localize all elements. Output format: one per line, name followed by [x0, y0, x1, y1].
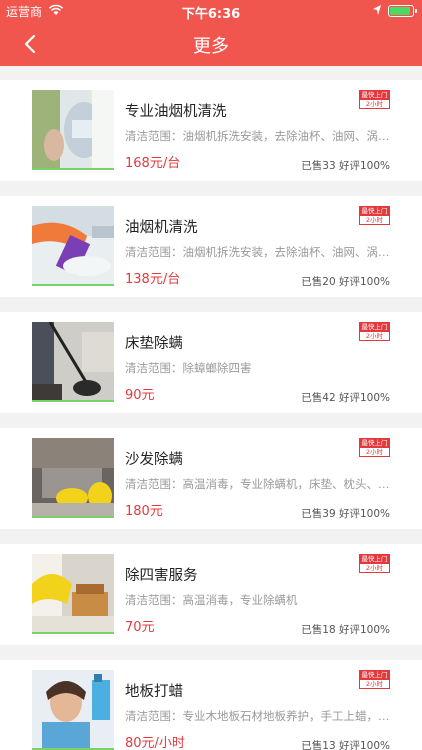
service-thumbnail	[32, 670, 114, 750]
service-name: 专业油烟机清洗	[125, 104, 227, 120]
service-card[interactable]: 床垫除螨 清洁范围：除蟑螂除四害 90元 已售42 好评100% 最快上门 2小…	[0, 312, 422, 413]
service-name: 床垫除螨	[125, 336, 183, 352]
badge-line2: 2小时	[365, 564, 384, 572]
badge-line1: 最快上门	[360, 555, 389, 564]
nav-bar: 更多	[0, 22, 422, 66]
sales-stats: 已售18 好评100%	[301, 624, 390, 636]
service-card[interactable]: 地板打蜡 清洁范围：专业木地板石材地板养护，手工上蜡，抛光 80元/小时 已售1…	[0, 660, 422, 750]
service-name: 除四害服务	[125, 568, 198, 584]
service-scope: 清洁范围：油烟机拆洗安装，去除油杯、油网、涡轮、风叶	[125, 245, 390, 259]
fast-arrival-badge: 最快上门 2小时	[359, 90, 390, 109]
service-thumbnail	[32, 206, 114, 286]
service-card[interactable]: 沙发除螨 清洁范围：高温消毒，专业除螨机，床垫、枕头、沙发 180元 已售39 …	[0, 428, 422, 529]
badge-line1: 最快上门	[360, 91, 389, 100]
fast-arrival-badge: 最快上门 2小时	[359, 438, 390, 457]
service-name: 油烟机清洗	[125, 220, 198, 236]
service-card[interactable]: 油烟机清洗 清洁范围：油烟机拆洗安装，去除油杯、油网、涡轮、风叶 138元/台 …	[0, 196, 422, 297]
service-scope: 清洁范围：除蟑螂除四害	[125, 361, 252, 375]
badge-line1: 最快上门	[360, 207, 389, 216]
service-thumbnail	[32, 90, 114, 170]
service-price: 80元/小时	[125, 736, 185, 750]
badge-line1: 最快上门	[360, 323, 389, 332]
badge-line2: 2小时	[365, 216, 384, 224]
service-name: 地板打蜡	[125, 684, 183, 700]
service-thumbnail	[32, 322, 114, 402]
fast-arrival-badge: 最快上门 2小时	[359, 322, 390, 341]
badge-line2: 2小时	[365, 332, 384, 340]
service-thumbnail	[32, 554, 114, 634]
service-name: 沙发除螨	[125, 452, 183, 468]
service-scope: 清洁范围：高温消毒，专业除螨机，床垫、枕头、沙发	[125, 477, 390, 491]
page-title: 更多	[193, 36, 229, 57]
service-price: 70元	[125, 620, 155, 635]
service-list: 专业油烟机清洗 清洁范围：油烟机拆洗安装，去除油杯、油网、涡轮、风叶 168元/…	[0, 80, 422, 750]
badge-line2: 2小时	[365, 100, 384, 108]
sales-stats: 已售39 好评100%	[301, 508, 390, 520]
battery-icon	[388, 5, 417, 17]
badge-line1: 最快上门	[360, 671, 389, 680]
service-card[interactable]: 除四害服务 清洁范围：高温消毒，专业除螨机 70元 已售18 好评100% 最快…	[0, 544, 422, 645]
fast-arrival-badge: 最快上门 2小时	[359, 206, 390, 225]
sales-stats: 已售20 好评100%	[301, 276, 390, 288]
fast-arrival-badge: 最快上门 2小时	[359, 670, 390, 689]
sales-stats: 已售33 好评100%	[301, 160, 390, 172]
service-price: 168元/台	[125, 156, 181, 171]
service-thumbnail	[32, 438, 114, 518]
service-price: 180元	[125, 504, 163, 519]
service-scope: 清洁范围：油烟机拆洗安装，去除油杯、油网、涡轮、风叶	[125, 129, 390, 143]
status-time: 下午6:36	[181, 7, 241, 22]
fast-arrival-badge: 最快上门 2小时	[359, 554, 390, 573]
service-card[interactable]: 专业油烟机清洗 清洁范围：油烟机拆洗安装，去除油杯、油网、涡轮、风叶 168元/…	[0, 80, 422, 181]
badge-line2: 2小时	[365, 680, 384, 688]
badge-line1: 最快上门	[360, 439, 389, 448]
location-arrow-icon	[373, 5, 381, 15]
service-scope: 清洁范围：高温消毒，专业除螨机	[125, 593, 298, 607]
status-bar: 运营商 下午6:36	[0, 0, 422, 22]
badge-line2: 2小时	[365, 448, 384, 456]
sales-stats: 已售42 好评100%	[301, 392, 390, 404]
sales-stats: 已售13 好评100%	[301, 740, 390, 750]
service-scope: 清洁范围：专业木地板石材地板养护，手工上蜡，抛光	[125, 709, 390, 723]
service-price: 90元	[125, 388, 155, 403]
service-price: 138元/台	[125, 272, 181, 287]
